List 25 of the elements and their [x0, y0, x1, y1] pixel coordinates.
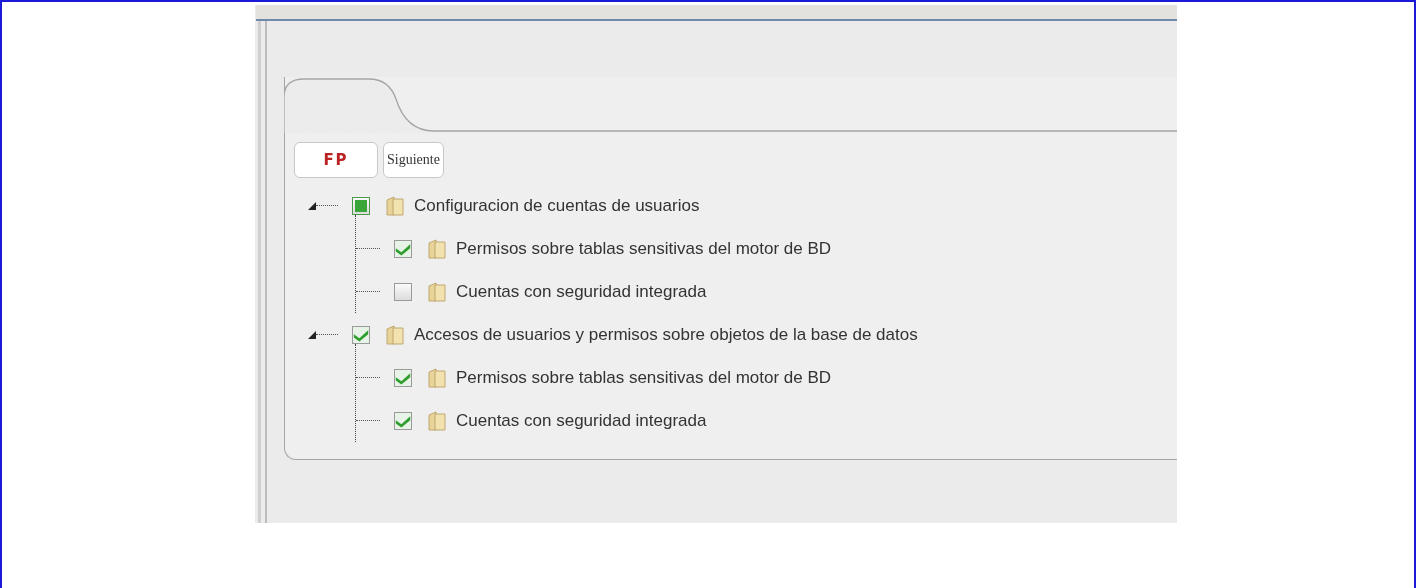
tree-item-label[interactable]: Configuracion de cuentas de usuarios — [414, 195, 700, 216]
checkbox[interactable] — [394, 239, 412, 258]
folder-icon — [426, 280, 448, 303]
tree-item-label[interactable]: Accesos de usuarios y permisos sobre objetos de la base de datos — [414, 324, 918, 345]
folder-icon — [426, 237, 448, 260]
folder-icon — [384, 323, 406, 346]
checkbox[interactable] — [394, 368, 412, 387]
fp-button[interactable]: FP — [294, 142, 378, 178]
checkbox[interactable] — [352, 196, 370, 215]
expander-icon[interactable] — [308, 330, 316, 339]
folder-icon — [426, 409, 448, 432]
folder-icon — [426, 366, 448, 389]
checkbox[interactable] — [394, 411, 412, 430]
tree-item-label[interactable]: Permisos sobre tablas sensitivas del motor de BD — [456, 367, 832, 388]
tree-item-label[interactable]: Permisos sobre tablas sensitivas del motor de BD — [456, 238, 832, 259]
checkbox[interactable] — [352, 325, 370, 344]
tree-line — [316, 334, 338, 335]
tree-item-label[interactable]: Cuentas con seguridad integrada — [456, 410, 707, 431]
tab-header[interactable] — [284, 77, 1177, 134]
checkbox[interactable] — [394, 282, 412, 301]
folder-icon — [384, 194, 406, 217]
expander-icon[interactable] — [308, 201, 316, 210]
next-button[interactable]: Siguiente — [383, 142, 444, 178]
tree-item-label[interactable]: Cuentas con seguridad integrada — [456, 281, 707, 302]
tree-line — [316, 205, 338, 206]
